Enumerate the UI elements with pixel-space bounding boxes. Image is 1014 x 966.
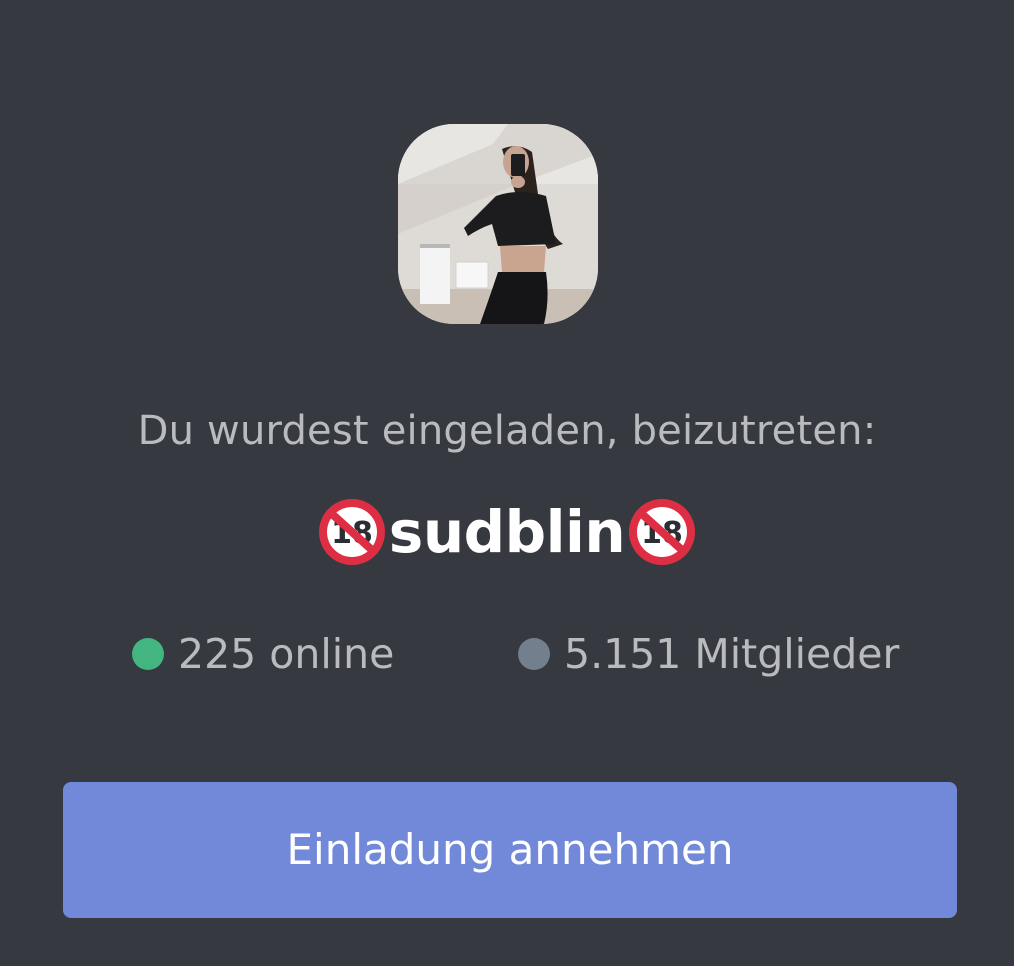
no-under-18-icon: 18 [318, 499, 385, 565]
accept-invite-button[interactable]: Einladung annehmen [63, 782, 957, 918]
no-under-18-icon: 18 [629, 499, 696, 565]
online-dot-icon [132, 638, 164, 670]
server-stats: 225 online 5.151 Mitglieder [0, 626, 1014, 682]
online-stat: 225 online [132, 626, 394, 682]
members-stat: 5.151 Mitglieder [518, 626, 899, 682]
server-name: sudblin [388, 498, 626, 566]
server-avatar-image [398, 124, 598, 324]
member-count: 5.151 Mitglieder [564, 630, 900, 678]
members-dot-icon [518, 638, 550, 670]
online-count: 225 online [178, 630, 395, 678]
invite-card: Du wurdest eingeladen, beizutreten: 18 s… [0, 0, 1014, 966]
server-name-row: 18 sudblin 18 [0, 492, 1014, 572]
server-icon [398, 124, 598, 324]
invite-heading: Du wurdest eingeladen, beizutreten: [137, 408, 877, 454]
